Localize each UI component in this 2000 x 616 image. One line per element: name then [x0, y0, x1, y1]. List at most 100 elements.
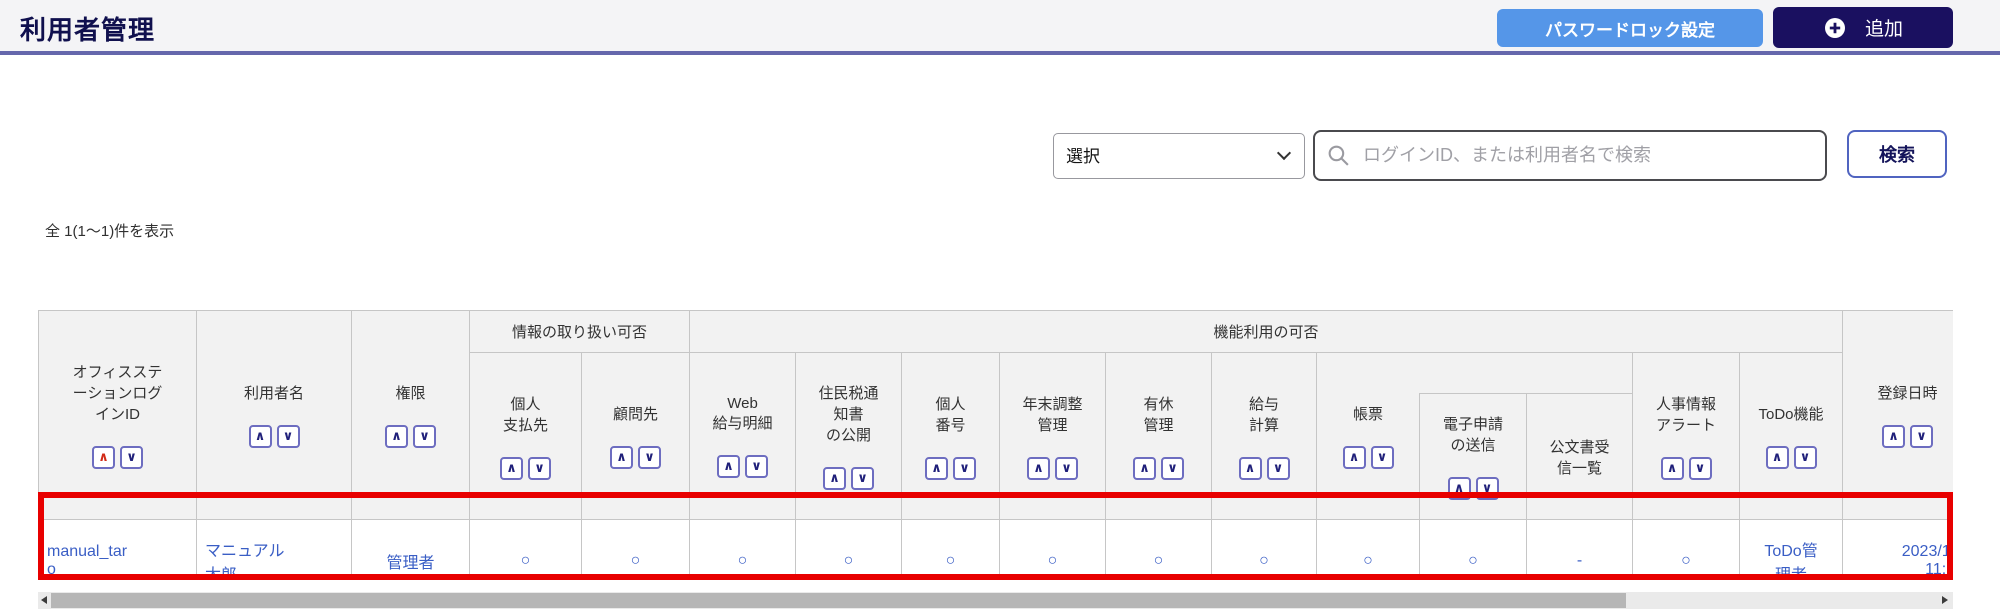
password-lock-button[interactable]: パスワードロック設定: [1497, 9, 1763, 47]
chevron-up-icon: ∧: [1454, 482, 1465, 495]
sort-desc-button[interactable]: ∨: [120, 446, 143, 469]
sort-desc-button[interactable]: ∨: [1371, 446, 1394, 469]
cell-advisory-client: ○: [582, 520, 690, 581]
chevron-up-icon: ∧: [391, 430, 402, 443]
sort-buttons: ∧ ∨: [41, 446, 194, 469]
cell-web-payslip: ○: [690, 520, 796, 581]
chevron-down-icon: ∨: [126, 451, 137, 464]
sort-buttons: ∧ ∨: [1422, 477, 1524, 500]
chevron-down-icon: ∨: [1377, 451, 1388, 464]
sort-buttons: ∧ ∨: [1002, 457, 1103, 480]
search-icon: [1326, 143, 1351, 168]
sort-asc-button[interactable]: ∧: [385, 425, 408, 448]
cell-user-name: マニュアル 太郎: [197, 520, 352, 581]
sort-asc-button[interactable]: ∧: [500, 457, 523, 480]
sort-desc-button[interactable]: ∨: [1794, 446, 1817, 469]
col-header-paid-leave: 有休 管理 ∧ ∨: [1106, 353, 1212, 520]
chevron-down-icon: ∨: [959, 462, 970, 475]
sort-asc-button[interactable]: ∧: [1882, 425, 1905, 448]
sort-desc-button[interactable]: ∨: [1267, 457, 1290, 480]
sort-buttons: ∧ ∨: [1319, 446, 1417, 469]
sort-desc-button[interactable]: ∨: [638, 446, 661, 469]
chevron-down-icon: ∨: [644, 451, 655, 464]
search-input[interactable]: [1313, 130, 1827, 181]
add-button-label: 追加: [1865, 14, 1903, 41]
sort-buttons: ∧ ∨: [798, 467, 899, 490]
sort-desc-button[interactable]: ∨: [528, 457, 551, 480]
chevron-up-icon: ∧: [1349, 451, 1360, 464]
col-header-todo: ToDo機能 ∧ ∨: [1740, 353, 1843, 520]
sort-desc-button[interactable]: ∨: [1689, 457, 1712, 480]
chevron-down-icon: ∨: [751, 460, 762, 473]
sort-asc-button[interactable]: ∧: [717, 455, 740, 478]
search-category-select[interactable]: 選択: [1053, 133, 1305, 179]
result-count-text: 全 1(1〜1)件を表示: [45, 220, 174, 241]
chevron-down-icon: ∨: [1800, 451, 1811, 464]
sort-desc-button[interactable]: ∨: [1161, 457, 1184, 480]
col-header-payroll: 給与 計算 ∧ ∨: [1212, 353, 1317, 520]
chevron-up-icon: ∧: [829, 472, 840, 485]
sort-asc-button[interactable]: ∧: [1448, 477, 1471, 500]
col-header-personal-payee: 個人 支払先 ∧ ∨: [470, 353, 582, 520]
sort-desc-button[interactable]: ∨: [1476, 477, 1499, 500]
col-header-advisory-client: 顧問先 ∧ ∨: [582, 353, 690, 520]
top-bar: 利用者管理 パスワードロック設定 追加: [0, 0, 2000, 55]
col-header-report: 帳票 ∧ ∨: [1317, 353, 1420, 520]
sort-buttons: ∧ ∨: [904, 457, 997, 480]
chevron-down-icon: ∨: [1167, 462, 1178, 475]
sort-desc-button[interactable]: ∨: [745, 455, 768, 478]
scrollbar-right-arrow-icon[interactable]: [1942, 596, 1948, 604]
scrollbar-left-arrow-icon[interactable]: [41, 596, 47, 604]
cell-login-id: manual_tar o: [39, 520, 197, 581]
plus-circle-icon: [1823, 16, 1847, 40]
add-button[interactable]: 追加: [1773, 7, 1953, 48]
table-row[interactable]: manual_tar o マニュアル 太郎 管理者 ○ ○ ○ ○ ○ ○ ○ …: [39, 520, 1954, 581]
sort-buttons: ∧ ∨: [354, 425, 467, 448]
cell-my-number: ○: [902, 520, 1000, 581]
cell-personal-payee: ○: [470, 520, 582, 581]
sort-asc-button[interactable]: ∧: [1766, 446, 1789, 469]
chevron-down-icon: ∨: [1916, 430, 1927, 443]
col-header-registered-at: 登録日時 ∧ ∨: [1843, 311, 1953, 520]
sort-asc-button[interactable]: ∧: [610, 446, 633, 469]
sort-buttons: ∧ ∨: [1214, 457, 1314, 480]
chevron-down-icon: ∨: [1061, 462, 1072, 475]
chevron-down-icon: ∨: [419, 430, 430, 443]
group-header-feature-usage: 機能利用の可否: [690, 311, 1843, 353]
chevron-down-icon: ∨: [1482, 482, 1493, 495]
scrollbar-thumb[interactable]: [51, 593, 1626, 608]
chevron-up-icon: ∧: [98, 451, 109, 464]
col-header-user-name: 利用者名 ∧ ∨: [197, 311, 352, 520]
sort-asc-button[interactable]: ∧: [1343, 446, 1366, 469]
user-table: オフィスステ ーションログ インID ∧ ∨ 利用者名 ∧ ∨ 権限 ∧ ∨ 情…: [38, 310, 1953, 580]
col-header-e-application: 電子申請 の送信 ∧ ∨: [1420, 394, 1527, 520]
sort-asc-button[interactable]: ∧: [1661, 457, 1684, 480]
sort-desc-button[interactable]: ∨: [277, 425, 300, 448]
chevron-down-icon: ∨: [1273, 462, 1284, 475]
sort-desc-button[interactable]: ∨: [1055, 457, 1078, 480]
sort-buttons: ∧ ∨: [692, 455, 793, 478]
sort-asc-button[interactable]: ∧: [1027, 457, 1050, 480]
sort-buttons: ∧ ∨: [584, 446, 687, 469]
sort-asc-button[interactable]: ∧: [92, 446, 115, 469]
sort-desc-button[interactable]: ∨: [953, 457, 976, 480]
cell-report: ○: [1317, 520, 1420, 581]
chevron-up-icon: ∧: [931, 462, 942, 475]
cell-year-end-adjustment: ○: [1000, 520, 1106, 581]
sort-asc-button[interactable]: ∧: [1239, 457, 1262, 480]
sort-desc-button[interactable]: ∨: [1910, 425, 1933, 448]
sort-desc-button[interactable]: ∨: [851, 467, 874, 490]
sort-asc-button[interactable]: ∧: [823, 467, 846, 490]
chevron-up-icon: ∧: [616, 451, 627, 464]
sort-asc-button[interactable]: ∧: [249, 425, 272, 448]
h-scrollbar-track[interactable]: [38, 592, 1953, 609]
search-submit-button[interactable]: 検索: [1847, 130, 1947, 178]
sort-desc-button[interactable]: ∨: [413, 425, 436, 448]
col-header-web-payslip: Web 給与明細 ∧ ∨: [690, 353, 796, 520]
sort-buttons: ∧ ∨: [1108, 457, 1209, 480]
col-header-official-doc-inbox: 公文書受 信一覧: [1527, 394, 1633, 520]
sort-asc-button[interactable]: ∧: [1133, 457, 1156, 480]
chevron-up-icon: ∧: [506, 462, 517, 475]
sort-asc-button[interactable]: ∧: [925, 457, 948, 480]
cell-registered-at: 2023/10/ 11:26: [1843, 520, 1953, 581]
